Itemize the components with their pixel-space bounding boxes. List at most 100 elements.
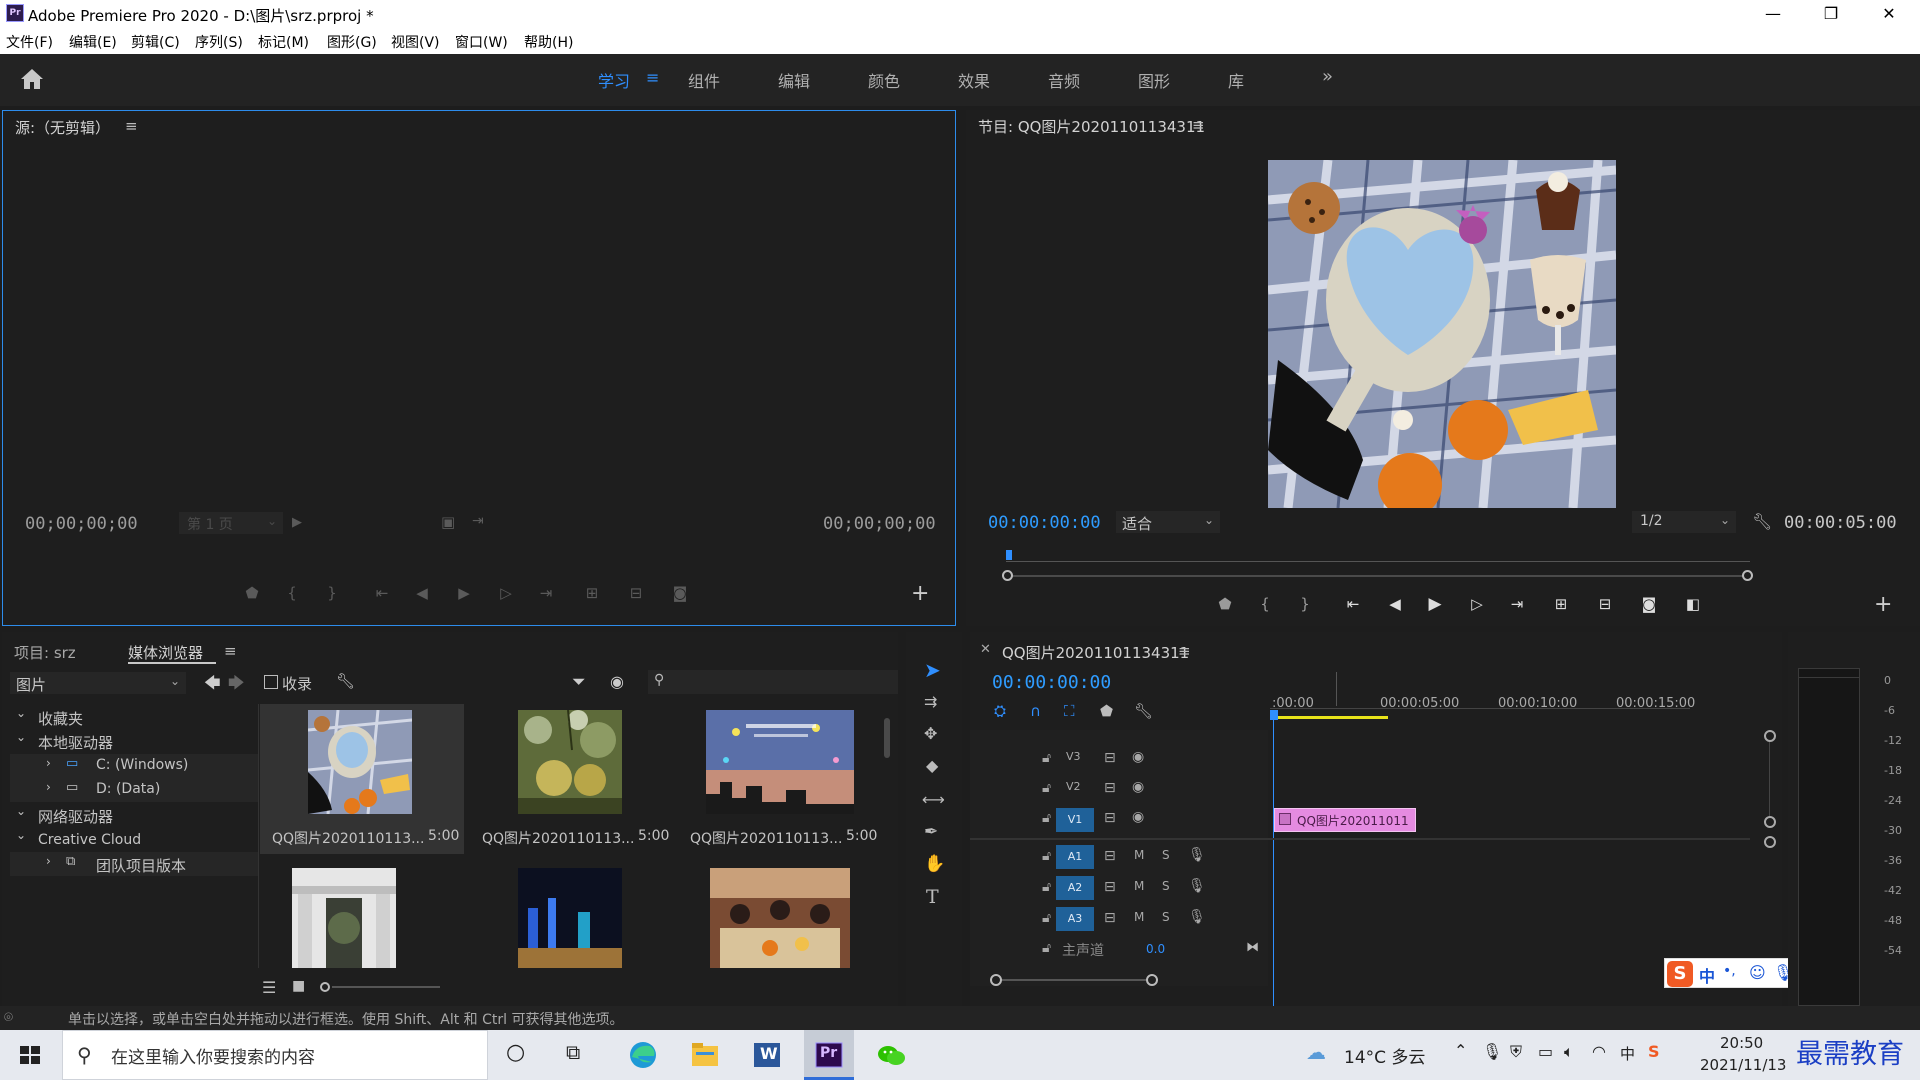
insert-icon[interactable]: ⊞ <box>579 581 605 605</box>
toggle-sync-icon[interactable]: ⊟ <box>1104 750 1116 766</box>
menu-edit[interactable]: 编辑(E) <box>69 32 117 52</box>
microphone-icon[interactable]: 🎙︎ <box>1188 847 1206 863</box>
ime-mode-label[interactable]: 中 <box>1699 963 1715 987</box>
step-forward-icon[interactable]: ▷ <box>1464 592 1490 616</box>
play-arrow-icon[interactable]: ▶ <box>292 515 302 530</box>
camera-icon[interactable]: ◙ <box>667 581 693 605</box>
go-to-in-icon[interactable]: ⇤ <box>369 581 395 605</box>
tree-favorites[interactable]: 收藏夹 <box>38 708 83 729</box>
ripple-edit-tool-icon[interactable]: ✥ <box>924 724 937 743</box>
timeline-timecode[interactable]: 00:00:00:00 <box>992 672 1111 693</box>
eye-icon[interactable]: ◉ <box>1132 779 1144 795</box>
step-forward-icon[interactable]: ▷ <box>493 581 519 605</box>
extract-icon[interactable]: ⊟ <box>1592 592 1618 616</box>
go-to-out-icon[interactable]: ⇥ <box>533 581 559 605</box>
snap-magnet-icon[interactable]: ∩ <box>1030 702 1041 720</box>
task-view-icon[interactable]: ⧉ <box>566 1040 580 1064</box>
tray-shield-icon[interactable]: ⛨ <box>1510 1042 1522 1062</box>
lock-icon[interactable]: 🔓︎ <box>1042 848 1051 864</box>
tray-mic-icon[interactable]: 🎙︎ <box>1482 1042 1502 1061</box>
toggle-sync-icon[interactable]: ⊟ <box>1104 810 1116 826</box>
step-back-icon[interactable]: ◀ <box>1382 592 1408 616</box>
ime-punct-label[interactable]: •, <box>1723 963 1736 979</box>
lock-icon[interactable]: 🔓︎ <box>1042 780 1051 796</box>
chevron-right-icon[interactable]: › <box>46 756 51 770</box>
source-settings-icon[interactable]: ▣ <box>441 513 455 531</box>
wrench-icon[interactable]: 🔧︎ <box>336 672 355 690</box>
workspace-overflow-icon[interactable]: » <box>1322 66 1333 87</box>
fit-select[interactable]: 适合 ⌄ <box>1116 511 1220 533</box>
menu-view[interactable]: 视图(V) <box>391 32 440 52</box>
video-scroll-top-handle[interactable] <box>1764 730 1776 742</box>
panel-menu-icon[interactable]: ≡ <box>1192 116 1205 134</box>
hand-tool-icon[interactable]: ✋ <box>924 854 945 874</box>
compare-icon[interactable]: ◧ <box>1680 592 1706 616</box>
track-label-a1[interactable]: A1 <box>1056 845 1094 869</box>
add-button-icon[interactable]: + <box>1874 592 1892 617</box>
wrench-icon[interactable]: 🔧︎ <box>1752 512 1772 531</box>
thumbnail-size-slider[interactable] <box>320 982 440 992</box>
master-volume-value[interactable]: 0.0 <box>1146 942 1165 956</box>
work-area-bar[interactable] <box>1272 716 1388 719</box>
razor-tool-icon[interactable]: ◆ <box>926 756 938 775</box>
tree-row-c[interactable]: › ▭ C: (Windows) <box>10 754 258 778</box>
weather-cloud-icon[interactable]: ☁ <box>1306 1040 1326 1064</box>
restore-button[interactable]: ❐ <box>1802 0 1860 28</box>
chevron-down-icon[interactable]: ⌄ <box>16 828 26 842</box>
media-thumbnail-5[interactable] <box>518 868 622 968</box>
media-thumbnail-4[interactable] <box>292 868 396 968</box>
mark-out-icon[interactable]: } <box>1292 592 1318 616</box>
timeline-settings-icon[interactable]: 🔧︎ <box>1134 702 1153 720</box>
workspace-tab-effects[interactable]: 效果 <box>958 68 990 92</box>
eye-icon[interactable]: ◉ <box>1132 749 1144 765</box>
tray-battery-icon[interactable]: ▭ <box>1538 1042 1553 1061</box>
tray-volume-icon[interactable]: 🔈︎ <box>1564 1042 1574 1062</box>
solo-button[interactable]: S <box>1162 910 1170 924</box>
type-tool-icon[interactable]: T <box>926 886 939 908</box>
tray-sogou-icon[interactable]: S <box>1648 1042 1660 1061</box>
premiere-taskbar-button[interactable]: Pr <box>804 1030 854 1080</box>
overwrite-icon[interactable]: ⊟ <box>623 581 649 605</box>
slip-tool-icon[interactable]: ⟷ <box>922 790 945 809</box>
zoom-handle-right[interactable] <box>1742 570 1753 581</box>
source-export-icon[interactable]: ⇥ <box>472 513 484 529</box>
mark-in-icon[interactable]: { <box>279 581 305 605</box>
pen-tool-icon[interactable]: ✒ <box>924 822 938 842</box>
workspace-tab-learn[interactable]: 学习 <box>598 68 630 92</box>
location-select[interactable]: 图片 ⌄ <box>10 672 186 694</box>
panel-menu-icon[interactable]: ≡ <box>125 117 138 135</box>
minimize-button[interactable]: — <box>1744 0 1802 28</box>
play-icon[interactable]: ▶ <box>451 581 477 605</box>
taskbar-search-box[interactable]: ⚲ 在这里输入你要搜索的内容 <box>62 1030 488 1080</box>
toggle-sync-icon[interactable]: ⊟ <box>1104 848 1116 864</box>
program-timecode[interactable]: 00:00:00:00 <box>988 513 1101 533</box>
solo-button[interactable]: S <box>1162 879 1170 893</box>
tray-chevron-icon[interactable]: ⌃ <box>1454 1041 1467 1060</box>
wechat-app-icon[interactable] <box>866 1030 916 1080</box>
media-thumbnail-6[interactable] <box>710 868 850 968</box>
chevron-down-icon[interactable]: ⌄ <box>16 706 26 720</box>
step-back-icon[interactable]: ◀ <box>409 581 435 605</box>
eye-icon[interactable]: ◉ <box>1132 809 1144 825</box>
back-arrow-icon[interactable]: 🡄 <box>204 672 221 699</box>
media-thumbnail-2[interactable] <box>518 710 622 814</box>
marker-icon[interactable]: ⬟ <box>239 581 265 605</box>
tree-row-team[interactable]: › ⧉ 团队项目版本 <box>10 852 258 876</box>
menu-marker[interactable]: 标记(M) <box>258 32 309 52</box>
camera-icon[interactable]: ◙ <box>1636 592 1662 616</box>
track-label-a2[interactable]: A2 <box>1056 876 1094 900</box>
linked-selection-icon[interactable]: ⛶ <box>1064 702 1075 720</box>
start-button[interactable] <box>0 1030 60 1080</box>
icon-view-icon[interactable]: ■ <box>292 978 305 994</box>
go-to-in-icon[interactable]: ⇤ <box>1340 592 1366 616</box>
mark-out-icon[interactable]: } <box>319 581 345 605</box>
tree-local-drives[interactable]: 本地驱动器 <box>38 732 113 753</box>
marker-icon[interactable]: ⬟ <box>1212 592 1238 616</box>
workspace-tab-audio[interactable]: 音频 <box>1048 68 1080 92</box>
word-app-icon[interactable]: W <box>742 1030 792 1080</box>
menu-file[interactable]: 文件(F) <box>6 32 53 52</box>
timeline-title[interactable]: QQ图片20201101134311 <box>1002 642 1189 663</box>
microphone-icon[interactable]: 🎙︎ <box>1188 878 1206 894</box>
tab-media-browser[interactable]: 媒体浏览器 <box>128 642 203 663</box>
mute-button[interactable]: M <box>1134 879 1144 893</box>
